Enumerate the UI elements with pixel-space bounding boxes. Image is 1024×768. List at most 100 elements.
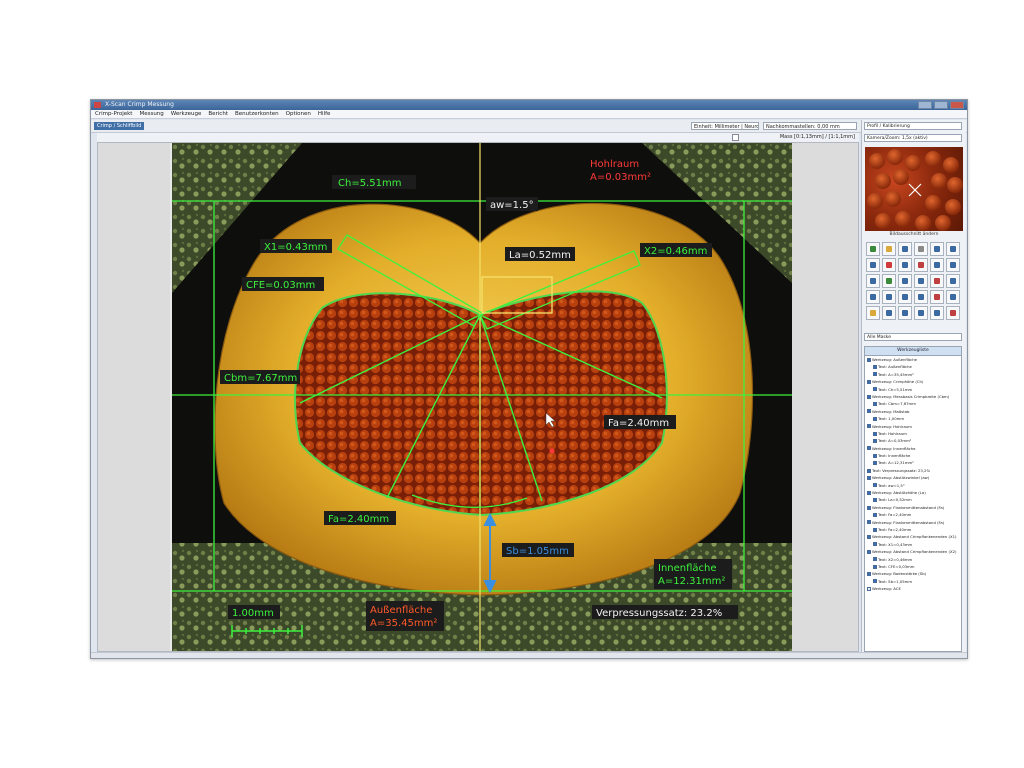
- tool-icon-10[interactable]: [914, 258, 928, 272]
- tool-list-checkbox[interactable]: [873, 372, 877, 377]
- tool-icon-18[interactable]: [946, 274, 960, 288]
- menu-optionen[interactable]: Optionen: [286, 110, 311, 118]
- tool-list-checkbox[interactable]: [867, 394, 871, 399]
- tool-list-item[interactable]: Text: Verpressungssatz: 23,2%: [865, 467, 961, 474]
- circle-tool-icon[interactable]: [914, 290, 928, 304]
- tool-icon-11[interactable]: [930, 258, 944, 272]
- image-viewport[interactable]: Ch=5.51mm aw=1.5° Hohlraum A=0.03mm² X1=…: [97, 142, 859, 652]
- tool-list-checkbox[interactable]: [873, 498, 877, 503]
- tool-list-checkbox[interactable]: [873, 564, 877, 569]
- tool-icon-23[interactable]: [930, 290, 944, 304]
- tool-list-item[interactable]: Text: Cbm=7,67mm: [865, 400, 961, 407]
- tool-list-item[interactable]: Werkzeug: ACE: [865, 585, 961, 592]
- tool-list-item[interactable]: Werkzeug: Hohlraum: [865, 423, 961, 430]
- tool-icon-29[interactable]: [930, 306, 944, 320]
- decimals-select[interactable]: Nachkommastellen: 0,00 mm: [763, 122, 857, 130]
- tool-list-item[interactable]: Text: Innenfläche: [865, 452, 961, 459]
- tool-list-checkbox[interactable]: [867, 409, 871, 414]
- tool-list-checkbox[interactable]: [867, 357, 871, 362]
- tab-schliffbild[interactable]: Crimp / Schliffbild: [94, 122, 145, 130]
- tool-list-item[interactable]: Werkzeug: Außenfläche: [865, 356, 961, 363]
- tool-list-item[interactable]: Werkzeug: Crimphöhe (Ch): [865, 378, 961, 385]
- tool-list-checkbox[interactable]: [873, 557, 877, 562]
- menu-crimp-projekt[interactable]: Crimp-Projekt: [95, 110, 132, 118]
- tool-list-item[interactable]: Text: La=0,52mm: [865, 496, 961, 503]
- tool-list-checkbox[interactable]: [873, 402, 877, 407]
- tool-list-checkbox[interactable]: [867, 572, 871, 577]
- export-icon[interactable]: [930, 242, 944, 256]
- tool-icon-17[interactable]: [930, 274, 944, 288]
- crimp-cross-section-image[interactable]: Ch=5.51mm aw=1.5° Hohlraum A=0.03mm² X1=…: [172, 143, 792, 651]
- camera-zoom-select[interactable]: Kamera/Zoom: 1,5x (aktiv): [864, 134, 962, 142]
- minimize-button[interactable]: [918, 101, 932, 109]
- tool-list-item[interactable]: Text: A=12,31mm²: [865, 459, 961, 466]
- tool-list-checkbox[interactable]: [873, 483, 877, 488]
- tool-list-checkbox[interactable]: [867, 535, 871, 540]
- tool-list-item[interactable]: Werkzeug: Bodenstärke (Sb): [865, 570, 961, 577]
- tool-list-checkbox[interactable]: [873, 579, 877, 584]
- tool-list-item[interactable]: Werkzeug: Maßstab: [865, 408, 961, 415]
- mask-select[interactable]: Alle Maske: [864, 333, 962, 341]
- tool-list-checkbox[interactable]: [867, 424, 871, 429]
- tool-list-checkbox[interactable]: [867, 475, 871, 480]
- delete-icon[interactable]: [882, 258, 896, 272]
- maximize-button[interactable]: [934, 101, 948, 109]
- report-icon[interactable]: [946, 242, 960, 256]
- tool-icon-26[interactable]: [882, 306, 896, 320]
- tool-icon-28[interactable]: [914, 306, 928, 320]
- tool-list-checkbox[interactable]: [867, 490, 871, 495]
- tool-list-item[interactable]: Text: Fa=2,40mm: [865, 511, 961, 518]
- tool-list-item[interactable]: Werkzeug: Flankenmittenabstand (Fa): [865, 519, 961, 526]
- tool-list-item[interactable]: Text: Ch=5,51mm: [865, 386, 961, 393]
- tool-list-checkbox[interactable]: [867, 586, 871, 591]
- tool-icon-7[interactable]: [866, 258, 880, 272]
- tool-list-item[interactable]: Text: Hohlraum: [865, 430, 961, 437]
- profile-select[interactable]: Profil / Kalibrierung: [864, 122, 962, 130]
- tool-icon-30[interactable]: [946, 306, 960, 320]
- tool-list-item[interactable]: Werkzeug: Flankenmittenabstand (Fa): [865, 504, 961, 511]
- tool-list-checkbox[interactable]: [873, 512, 877, 517]
- tool-list-item[interactable]: Text: Fa=2,40mm: [865, 526, 961, 533]
- tool-list-item[interactable]: Text: A=35,45mm²: [865, 371, 961, 378]
- angle-tool-icon[interactable]: [882, 290, 896, 304]
- tool-list-item[interactable]: Text: CFE=0,03mm: [865, 563, 961, 570]
- tool-icon-16[interactable]: [914, 274, 928, 288]
- tool-list-checkbox[interactable]: [867, 446, 871, 451]
- tool-list-item[interactable]: Text: X2=0,46mm: [865, 556, 961, 563]
- tool-list-item[interactable]: Text: aw=1,5°: [865, 482, 961, 489]
- fit-view-button[interactable]: [732, 134, 739, 141]
- tool-list-item[interactable]: Text: Außenfläche: [865, 363, 961, 370]
- tool-list-checkbox[interactable]: [867, 520, 871, 525]
- menu-benutzerkonten[interactable]: Benutzerkonten: [235, 110, 279, 118]
- tool-list-checkbox[interactable]: [867, 505, 871, 510]
- tool-list-item[interactable]: Werkzeug: Abstützhöhe (La): [865, 489, 961, 496]
- area-tool-icon[interactable]: [898, 290, 912, 304]
- tool-list-checkbox[interactable]: [873, 527, 877, 532]
- tool-list-checkbox[interactable]: [873, 365, 877, 370]
- tool-list-item[interactable]: Text: 1,00mm: [865, 415, 961, 422]
- menu-messung[interactable]: Messung: [139, 110, 163, 118]
- unit-select[interactable]: Einheit: Millimeter | Neuron: [691, 122, 759, 130]
- print-icon[interactable]: [914, 242, 928, 256]
- tool-list-checkbox[interactable]: [873, 461, 877, 466]
- tool-list-checkbox[interactable]: [873, 438, 877, 443]
- open-folder-icon[interactable]: [882, 242, 896, 256]
- tool-list-checkbox[interactable]: [873, 453, 877, 458]
- preview-thumbnail[interactable]: [865, 147, 963, 231]
- tool-list-item[interactable]: Werkzeug: Abstand Crimpflankenenden (X1): [865, 533, 961, 540]
- tool-list-checkbox[interactable]: [867, 549, 871, 554]
- tool-icon-13[interactable]: [866, 274, 880, 288]
- height-tool-icon[interactable]: [866, 290, 880, 304]
- tool-list-item[interactable]: Werkzeug: Messbasis Crimpbreite (Cbm): [865, 393, 961, 400]
- tool-icon-9[interactable]: [898, 258, 912, 272]
- menu-werkzeuge[interactable]: Werkzeuge: [171, 110, 202, 118]
- menu-hilfe[interactable]: Hilfe: [318, 110, 331, 118]
- tool-list-checkbox[interactable]: [867, 468, 871, 473]
- tool-list-item[interactable]: Werkzeug: Innenfläche: [865, 445, 961, 452]
- save-icon[interactable]: [898, 242, 912, 256]
- tool-icon-15[interactable]: [898, 274, 912, 288]
- close-button[interactable]: [950, 101, 964, 109]
- tool-list-item[interactable]: Text: X1=0,43mm: [865, 541, 961, 548]
- menu-bericht[interactable]: Bericht: [208, 110, 228, 118]
- check-icon[interactable]: [882, 274, 896, 288]
